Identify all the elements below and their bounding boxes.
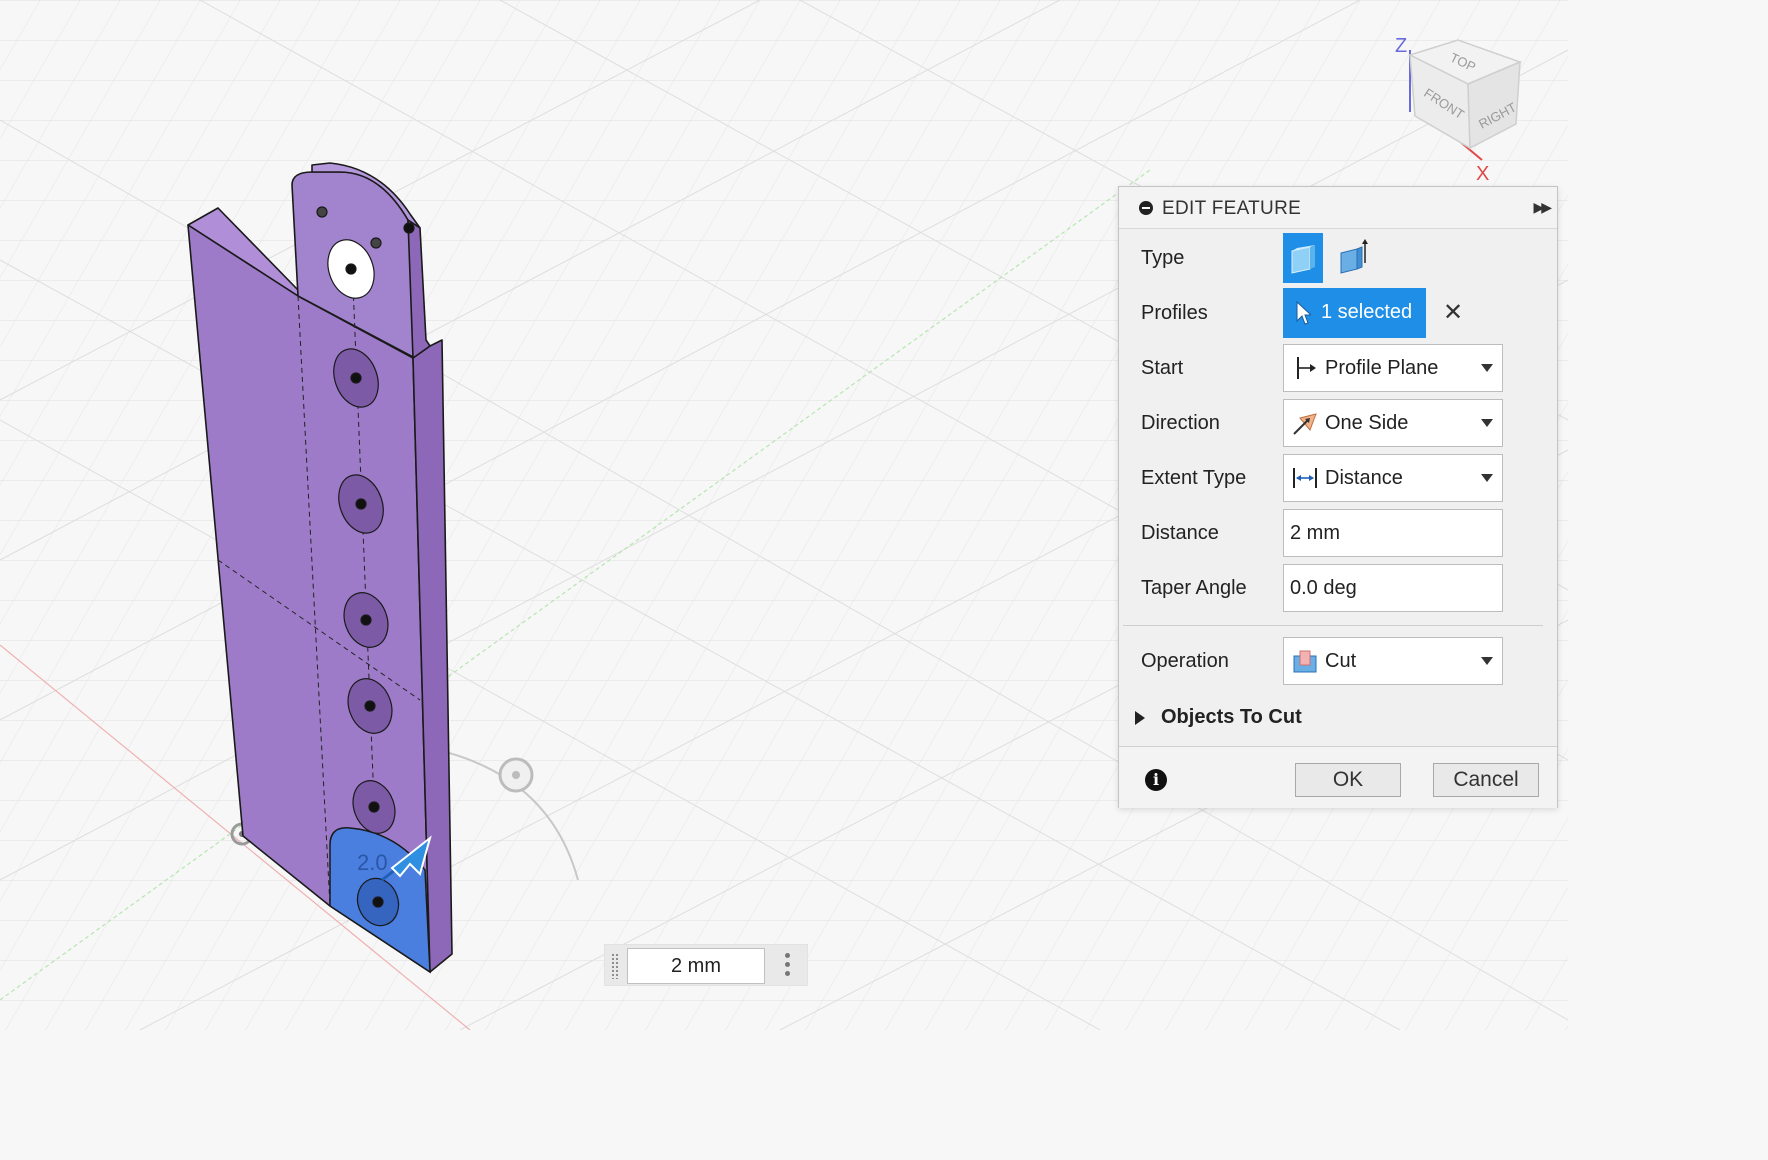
direction-value: One Side [1325, 412, 1409, 434]
axis-z-label: Z [1395, 35, 1407, 57]
panel-footer: i OK Cancel [1119, 746, 1557, 808]
distance-label: Distance [1141, 522, 1219, 544]
clear-selection-icon[interactable]: ✕ [1443, 298, 1463, 327]
type-solid-button[interactable] [1283, 233, 1323, 283]
extrude-value-label: 2.0 [357, 850, 388, 875]
profiles-selection-text: 1 selected [1321, 301, 1413, 323]
operation-value: Cut [1325, 650, 1357, 672]
distance-input[interactable]: 2 mm [1283, 509, 1503, 557]
direction-label: Direction [1141, 412, 1220, 434]
start-value: Profile Plane [1325, 357, 1439, 379]
objects-to-cut-toggle[interactable]: Objects To Cut [1135, 706, 1302, 729]
profiles-selection-button[interactable]: 1 selected [1283, 288, 1426, 338]
ok-button[interactable]: OK [1295, 763, 1401, 797]
objects-to-cut-label: Objects To Cut [1161, 706, 1302, 728]
expand-triangle-icon [1135, 710, 1145, 725]
edit-feature-panel: EDIT FEATURE ▶▶ Type Profiles 1 selected… [1118, 186, 1558, 808]
chevron-down-icon [1481, 419, 1493, 427]
cancel-button[interactable]: Cancel [1433, 763, 1539, 797]
taper-angle-input[interactable]: 0.0 deg [1283, 564, 1503, 612]
floating-distance-input[interactable]: 2 mm [627, 948, 765, 984]
profiles-label: Profiles [1141, 302, 1208, 324]
operation-dropdown[interactable]: Cut [1283, 637, 1503, 685]
distance-icon [1293, 468, 1317, 488]
taper-angle-label: Taper Angle [1141, 577, 1247, 599]
expand-arrows-icon[interactable]: ▶▶ [1533, 199, 1551, 216]
chevron-down-icon [1481, 364, 1493, 372]
start-label: Start [1141, 357, 1184, 379]
floating-distance-box: 2 mm [604, 944, 808, 986]
type-thin-button[interactable] [1335, 233, 1375, 283]
extent-type-value: Distance [1325, 467, 1403, 489]
collapse-icon[interactable] [1139, 201, 1153, 215]
extent-type-label: Extent Type [1141, 467, 1247, 489]
extent-type-dropdown[interactable]: Distance [1283, 454, 1503, 502]
one-side-icon [1293, 413, 1317, 435]
extrude-solid-icon [1291, 245, 1315, 274]
chevron-down-icon [1481, 657, 1493, 665]
info-icon[interactable]: i [1145, 769, 1167, 791]
operation-label: Operation [1141, 650, 1229, 672]
kebab-menu-icon[interactable] [785, 953, 791, 979]
type-label: Type [1141, 247, 1185, 269]
drag-grip-icon[interactable] [611, 953, 619, 979]
panel-header: EDIT FEATURE ▶▶ [1119, 187, 1557, 229]
cursor-arrow-icon [1296, 301, 1311, 325]
section-divider [1123, 625, 1543, 626]
profile-plane-icon [1297, 357, 1316, 379]
panel-title: EDIT FEATURE [1162, 198, 1302, 219]
chevron-down-icon [1481, 474, 1493, 482]
cut-icon [1293, 650, 1317, 673]
extrude-thin-icon [1340, 239, 1368, 274]
start-dropdown[interactable]: Profile Plane [1283, 344, 1503, 392]
axis-x-label: X [1476, 163, 1489, 185]
direction-dropdown[interactable]: One Side [1283, 399, 1503, 447]
